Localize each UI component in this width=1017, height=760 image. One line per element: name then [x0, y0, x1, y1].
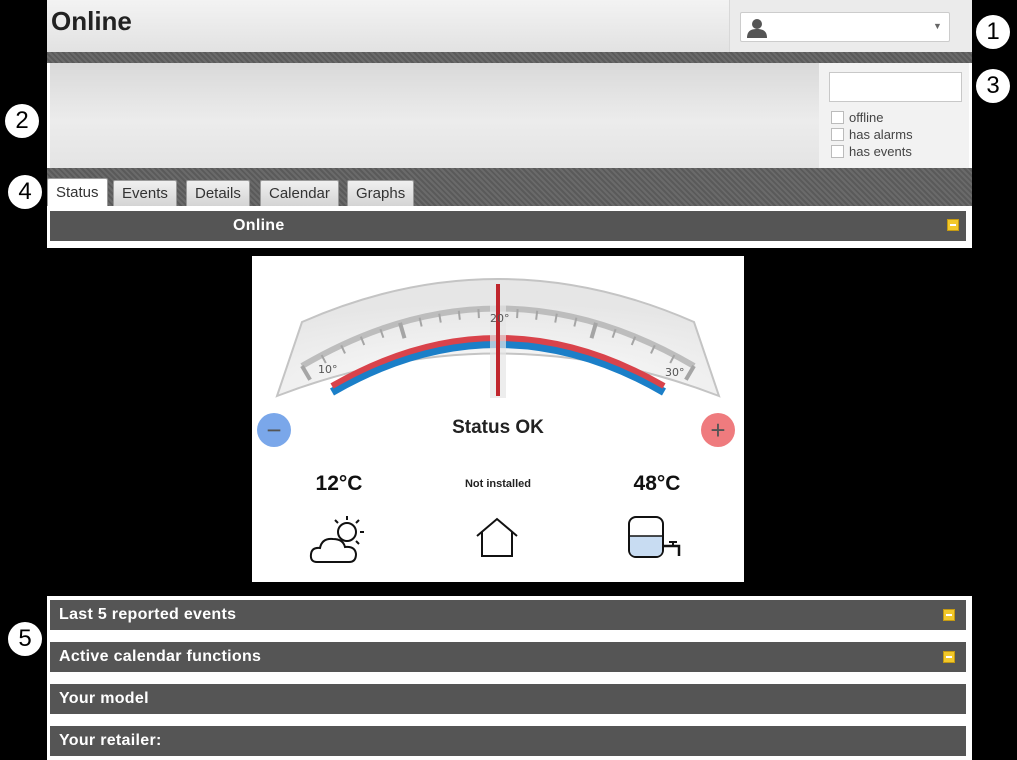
- section-calendar-functions[interactable]: Active calendar functions: [50, 642, 966, 672]
- gauge-tick: [516, 309, 519, 319]
- chevron-down-icon: ▼: [933, 21, 942, 31]
- tab-calendar[interactable]: Calendar: [260, 180, 339, 206]
- collapse-icon[interactable]: [943, 609, 955, 621]
- callout-5: 5: [8, 622, 42, 656]
- water-tank-icon: [628, 516, 681, 558]
- filter-area: offline has alarms has events: [819, 63, 969, 168]
- tab-status[interactable]: Status: [47, 178, 108, 206]
- section-title: Your retailer:: [59, 732, 162, 749]
- filter-offline[interactable]: offline: [831, 109, 883, 126]
- house-icon: [476, 517, 518, 557]
- callout-2: 2: [5, 104, 39, 138]
- gauge-tick: [535, 310, 539, 320]
- section-title: Your model: [59, 690, 149, 707]
- filter-has-alarms[interactable]: has alarms: [831, 126, 913, 143]
- gauge-max-label: 30°: [665, 366, 685, 379]
- indoor-status: Not installed: [464, 478, 531, 490]
- page-title: Online: [51, 6, 132, 36]
- online-section-header[interactable]: Online: [50, 211, 966, 241]
- filter-label: has alarms: [849, 127, 913, 142]
- section-your-retailer[interactable]: Your retailer:: [50, 726, 966, 756]
- has-alarms-checkbox[interactable]: [831, 128, 844, 141]
- tab-strip: Status Events Details Calendar Graphs: [47, 168, 972, 206]
- device-panel: Online ▼ offline has alarms has events S…: [47, 0, 972, 248]
- gauge-tick: [457, 310, 461, 320]
- increase-button[interactable]: +: [701, 413, 735, 447]
- tab-events[interactable]: Events: [113, 180, 177, 206]
- section-title: Online: [233, 217, 285, 234]
- user-area: ▼: [729, 0, 972, 52]
- gauge-mid-label: 20°: [490, 312, 510, 325]
- section-title: Last 5 reported events: [59, 606, 237, 623]
- filter-has-events[interactable]: has events: [831, 143, 912, 160]
- filter-label: offline: [849, 110, 884, 125]
- user-icon: [747, 19, 767, 38]
- hot-water-temperature: 48°C: [633, 472, 681, 495]
- gauge-min-label: 10°: [318, 363, 338, 376]
- gauge-needle[interactable]: [496, 284, 500, 396]
- callout-4: 4: [8, 175, 42, 209]
- offline-checkbox[interactable]: [831, 111, 844, 124]
- filter-label: has events: [849, 144, 912, 159]
- callout-3: 3: [976, 69, 1010, 103]
- tab-details[interactable]: Details: [186, 180, 250, 206]
- section-your-model[interactable]: Your model: [50, 684, 966, 714]
- device-info-area: [50, 63, 819, 168]
- thermostat-gauge: 10° 20° 30°: [275, 278, 721, 398]
- search-input[interactable]: [829, 72, 962, 102]
- callout-1: 1: [976, 15, 1010, 49]
- section-last-events[interactable]: Last 5 reported events: [50, 600, 966, 630]
- collapse-icon[interactable]: [943, 651, 955, 663]
- has-events-checkbox[interactable]: [831, 145, 844, 158]
- sections-panel: Last 5 reported events Active calendar f…: [47, 596, 972, 760]
- user-select[interactable]: ▼: [740, 12, 950, 42]
- header-stripe: [47, 52, 972, 63]
- status-widget: 10° 20° 30° − Status OK + 12°C Not insta…: [252, 256, 744, 582]
- tab-graphs[interactable]: Graphs: [347, 180, 415, 206]
- gauge-tick: [477, 309, 480, 319]
- weather-icon: [309, 516, 364, 563]
- section-title: Active calendar functions: [59, 648, 262, 665]
- status-text: Status OK: [452, 417, 544, 438]
- outdoor-temperature: 12°C: [315, 472, 363, 495]
- title-bar: Online ▼: [47, 0, 972, 52]
- collapse-icon[interactable]: [947, 219, 959, 231]
